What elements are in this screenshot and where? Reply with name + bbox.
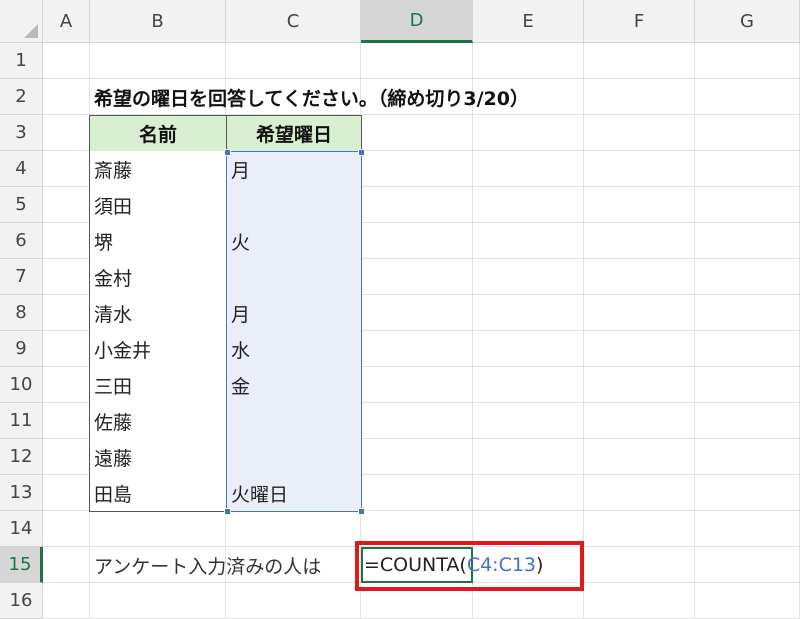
day-cell[interactable]: 水: [227, 331, 362, 368]
row-header-16[interactable]: 16: [0, 583, 43, 619]
row-header-1[interactable]: 1: [0, 43, 43, 79]
grid-vline: [472, 43, 473, 619]
formula-suffix: ): [536, 554, 544, 576]
name-cell[interactable]: 金村: [89, 259, 227, 296]
select-all-button[interactable]: [0, 0, 43, 43]
row-header-15[interactable]: 15: [0, 547, 43, 583]
row-header-12[interactable]: 12: [0, 439, 43, 475]
name-cell[interactable]: 佐藤: [89, 403, 227, 440]
name-cell[interactable]: 堺: [89, 223, 227, 260]
row-header-14[interactable]: 14: [0, 511, 43, 547]
name-cell[interactable]: 清水: [89, 295, 227, 332]
column-header-C[interactable]: C: [226, 0, 361, 43]
day-cell[interactable]: 月: [227, 295, 362, 332]
day-cell[interactable]: [227, 187, 362, 224]
column-header-F[interactable]: F: [584, 0, 695, 43]
row-header-6[interactable]: 6: [0, 223, 43, 259]
column-header-A[interactable]: A: [43, 0, 90, 43]
row-header-9[interactable]: 9: [0, 331, 43, 367]
row-header-7[interactable]: 7: [0, 259, 43, 295]
formula-range-ref: C4:C13: [466, 554, 537, 576]
day-cell[interactable]: [227, 403, 362, 440]
formula-prefix: =COUNTA(: [364, 554, 467, 576]
row-header-10[interactable]: 10: [0, 367, 43, 403]
grid-vline: [694, 43, 695, 619]
header-cell-day[interactable]: 希望曜日: [226, 115, 362, 152]
day-cell[interactable]: 火: [227, 223, 362, 260]
row-header-11[interactable]: 11: [0, 403, 43, 439]
day-cell[interactable]: 火曜日: [227, 475, 362, 512]
row-header-13[interactable]: 13: [0, 475, 43, 511]
range-handle-top-left[interactable]: [224, 149, 231, 156]
name-cell[interactable]: 遠藤: [89, 439, 227, 476]
select-all-triangle-icon: [24, 24, 38, 38]
range-handle-top-right[interactable]: [358, 149, 365, 156]
row-header-8[interactable]: 8: [0, 295, 43, 331]
row-header-4[interactable]: 4: [0, 151, 43, 187]
range-handle-bottom-left[interactable]: [224, 508, 231, 515]
title-cell-B2[interactable]: 希望の曜日を回答してください。（締め切り3/20）: [90, 79, 529, 115]
formula-text[interactable]: =COUNTA(C4:C13): [364, 547, 543, 583]
day-cell[interactable]: [227, 259, 362, 296]
grid-vline: [583, 43, 584, 619]
day-cell[interactable]: 金: [227, 367, 362, 404]
spreadsheet: ABCDEFG 1 2 3 4 5 6 7 8 9 10 11 12 13 14 15 16 希望の曜日を回答…: [0, 0, 800, 619]
name-cell[interactable]: 須田: [89, 187, 227, 224]
header-cell-name[interactable]: 名前: [89, 115, 227, 152]
name-cell[interactable]: 三田: [89, 367, 227, 404]
column-header-B[interactable]: B: [90, 0, 226, 43]
name-cell[interactable]: 田島: [89, 475, 227, 512]
row-header-2[interactable]: 2: [0, 79, 43, 115]
name-cell[interactable]: 小金井: [89, 331, 227, 368]
day-cell[interactable]: 月: [227, 151, 362, 188]
range-handle-bottom-right[interactable]: [358, 508, 365, 515]
day-cell[interactable]: [227, 439, 362, 476]
row-header-5[interactable]: 5: [0, 187, 43, 223]
summary-label-cell-B15[interactable]: アンケート入力済みの人は: [90, 547, 321, 583]
column-header-E[interactable]: E: [473, 0, 584, 43]
column-header-G[interactable]: G: [695, 0, 800, 43]
name-cell[interactable]: 斎藤: [89, 151, 227, 188]
column-header-D[interactable]: D: [361, 0, 473, 43]
row-header-3[interactable]: 3: [0, 115, 43, 151]
